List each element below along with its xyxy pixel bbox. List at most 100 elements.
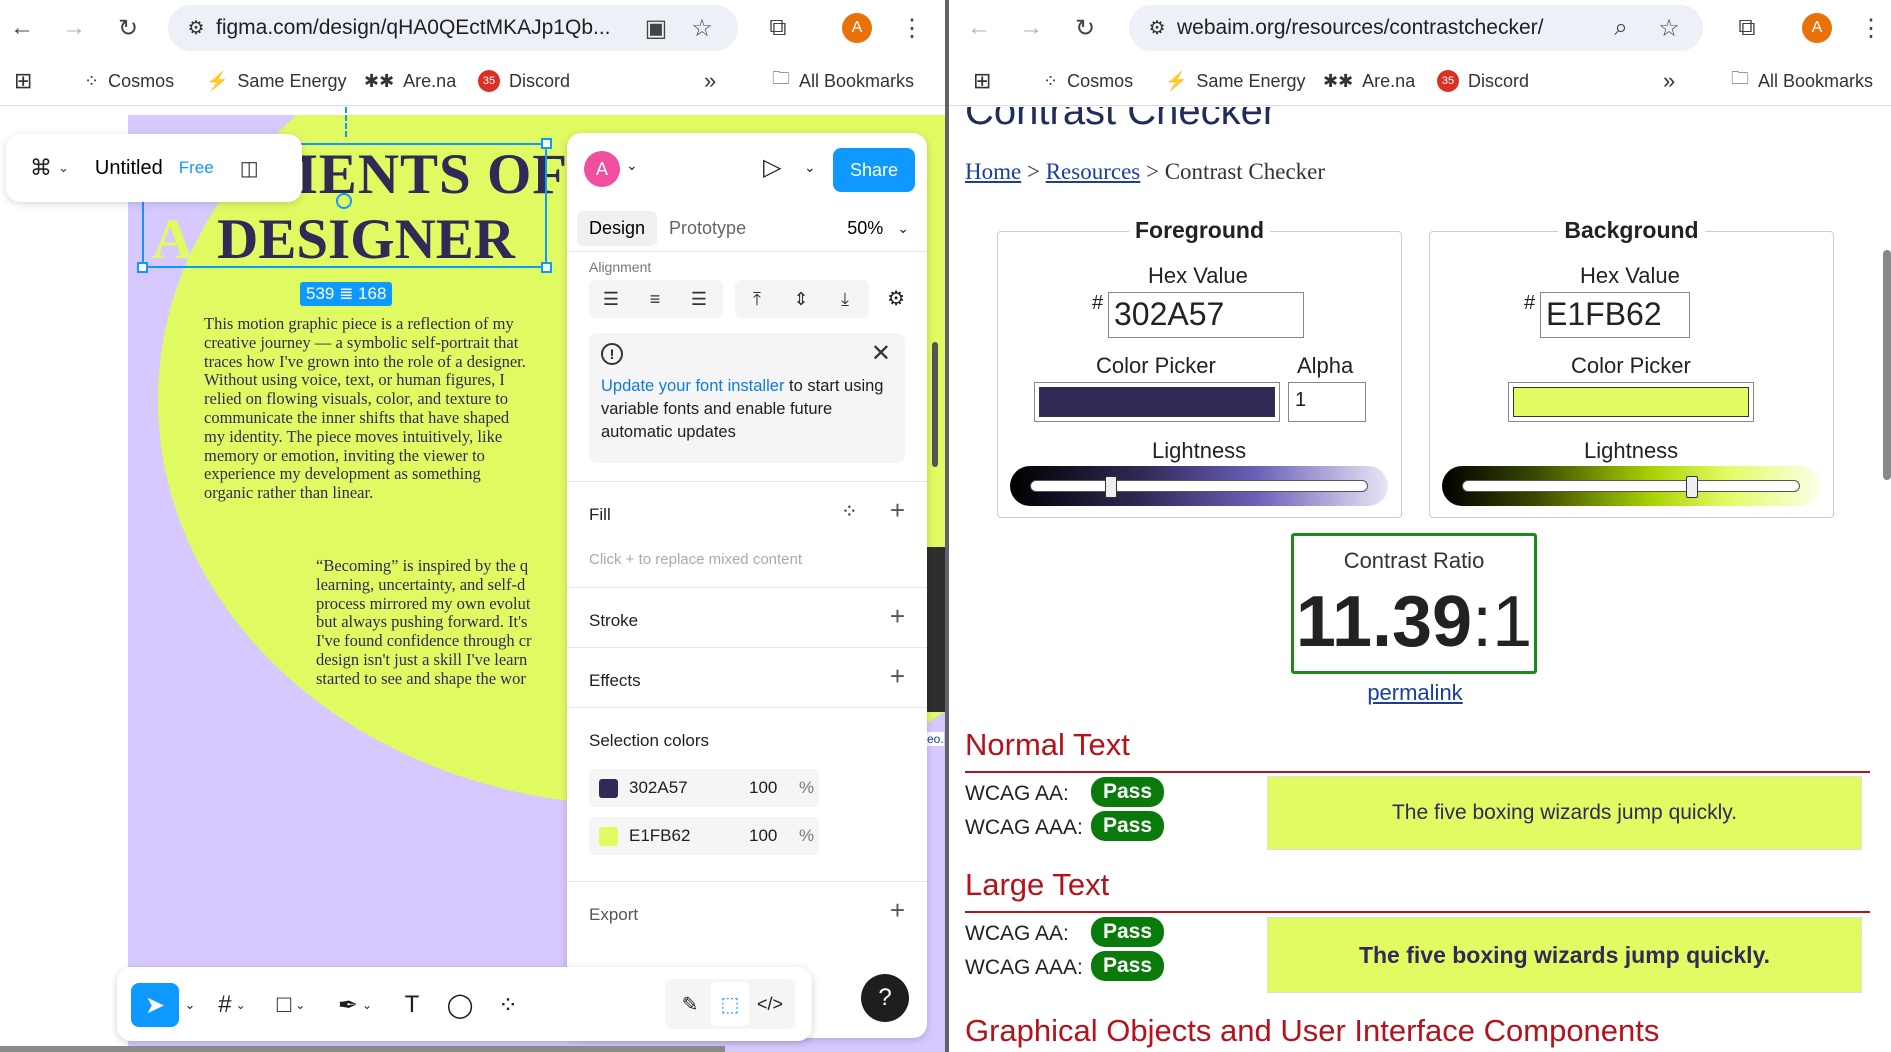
extensions-icon[interactable]: ⧉ [760,10,796,46]
font-installer-link[interactable]: Update your font installer [601,377,784,395]
text-tool-icon[interactable]: T [391,983,433,1027]
slider-thumb[interactable] [1685,476,1698,498]
vertical-scrollbar[interactable] [932,342,938,467]
alpha-input[interactable]: 1 [1288,382,1366,422]
file-name[interactable]: Untitled [95,157,163,180]
address-bar[interactable]: ⚙ webaim.org/resources/contrastchecker/ … [1129,5,1703,51]
selection-color-row[interactable]: E1FB62 100 % [589,817,819,855]
horizontal-scrollbar[interactable] [0,1046,725,1052]
pen-tool-icon[interactable]: ✒ ⌄ [325,983,385,1027]
draw-mode-icon[interactable]: ✎ [671,982,709,1026]
add-effect-icon[interactable]: + [890,661,905,692]
bookmark-arena[interactable]: ✱✱ Are.na [364,68,456,94]
cast-icon[interactable]: ▣ [638,5,674,51]
align-center-icon[interactable]: ≡ [633,289,677,310]
forward-icon[interactable]: → [1013,10,1049,46]
close-icon[interactable]: ✕ [871,339,891,368]
add-export-icon[interactable]: + [890,895,905,926]
zoom-level[interactable]: 50% [847,218,883,239]
help-button[interactable]: ? [861,974,909,1022]
bookmark-arena[interactable]: ✱✱ Are.na [1323,68,1415,94]
plan-badge[interactable]: Free [179,158,214,178]
color-swatch[interactable] [599,779,618,798]
move-tool-icon[interactable]: ➤ [131,983,179,1027]
assets-tool-icon[interactable]: ⁘ [487,983,529,1027]
bookmark-star-icon[interactable]: ☆ [684,5,720,51]
figma-logo-icon[interactable]: ⌘ [30,155,52,181]
body-paragraph-2[interactable]: “Becoming” is inspired by the q learning… [316,557,576,689]
foreground-lightness-slider[interactable] [1010,466,1388,506]
bookmark-cosmos[interactable]: ⁘ Cosmos [1043,68,1133,94]
align-middle-icon[interactable]: ⇕ [779,289,823,310]
profile-avatar[interactable]: A [1802,13,1832,43]
all-bookmarks[interactable]: 🗀 All Bookmarks [1731,68,1873,94]
forward-icon[interactable]: → [56,10,92,46]
back-icon[interactable]: ← [961,10,997,46]
body-paragraph-1[interactable]: This motion graphic piece is a reflectio… [204,314,534,503]
add-fill-icon[interactable]: + [890,495,905,526]
browser-menu-icon[interactable]: ⋮ [894,10,930,46]
bookmark-same-energy[interactable]: ⚡ Same Energy [1165,68,1305,94]
site-settings-icon[interactable]: ⚙ [1137,17,1177,40]
bookmark-discord[interactable]: 35 Discord [478,68,570,94]
browser-menu-icon[interactable]: ⋮ [1853,10,1889,46]
color-hex[interactable]: 302A57 [629,778,688,798]
bookmark-cosmos[interactable]: ⁘ Cosmos [84,68,174,94]
site-settings-icon[interactable]: ⚙ [176,17,216,40]
bookmark-star-icon[interactable]: ☆ [1651,5,1687,51]
align-left-icon[interactable]: ☰ [589,289,633,310]
color-swatch[interactable] [599,827,618,846]
bookmark-same-energy[interactable]: ⚡ Same Energy [206,68,346,94]
background-lightness-slider[interactable] [1442,466,1820,506]
tab-design[interactable]: Design [577,210,658,246]
resize-handle-tr[interactable] [541,138,552,149]
color-hex[interactable]: E1FB62 [629,826,690,846]
profile-avatar[interactable]: A [842,13,872,43]
all-bookmarks[interactable]: 🗀 All Bookmarks [772,68,914,94]
page-scrollbar[interactable] [1883,250,1891,480]
back-icon[interactable]: ← [4,10,40,46]
add-stroke-icon[interactable]: + [890,601,905,632]
background-hex-input[interactable]: E1FB62 [1540,292,1690,338]
styles-grid-icon[interactable]: ⁘ [841,499,858,524]
chevron-down-icon[interactable]: ⌄ [179,983,201,1027]
reload-icon[interactable]: ↻ [1067,10,1103,46]
offscreen-frame-sliver[interactable]: eo. [927,547,945,746]
address-bar[interactable]: ⚙ figma.com/design/qHA0QEctMKAJp1Qb... ▣… [168,5,738,51]
align-bottom-icon[interactable]: ⤓ [823,289,867,310]
chevron-down-icon[interactable]: ⌄ [804,159,816,176]
color-opacity[interactable]: 100 [749,778,777,798]
foreground-color-picker[interactable] [1034,382,1280,422]
slider-thumb[interactable] [1105,476,1118,498]
center-crosshair-icon[interactable] [336,193,352,209]
play-icon[interactable]: ▷ [763,153,781,182]
chevron-down-icon[interactable]: ⌄ [897,220,909,237]
rectangle-tool-icon[interactable]: □ ⌄ [263,983,319,1027]
apps-grid-icon[interactable]: ⊞ [14,68,32,94]
tab-prototype[interactable]: Prototype [657,211,758,246]
chevron-down-icon[interactable]: ⌄ [58,160,69,176]
bookmark-discord[interactable]: 35 Discord [1437,68,1529,94]
adjust-settings-icon[interactable]: ⚙ [869,280,905,318]
user-avatar[interactable]: A [584,151,620,187]
frame-tool-icon[interactable]: # ⌄ [207,983,257,1027]
background-color-picker[interactable] [1508,382,1754,422]
reload-icon[interactable]: ↻ [110,10,146,46]
more-bookmarks-icon[interactable]: » [1663,68,1675,94]
permalink-link[interactable]: permalink [1367,680,1462,705]
comment-tool-icon[interactable]: ◯ [439,983,481,1027]
selection-color-row[interactable]: 302A57 100 % [589,769,819,807]
breadcrumb-home-link[interactable]: Home [965,159,1021,184]
more-bookmarks-icon[interactable]: » [704,68,716,94]
toggle-panel-icon[interactable]: ◫ [240,156,259,181]
align-right-icon[interactable]: ☰ [677,289,721,310]
chevron-down-icon[interactable]: ⌄ [626,157,638,174]
apps-grid-icon[interactable]: ⊞ [973,68,991,94]
extensions-icon[interactable]: ⧉ [1729,10,1765,46]
resize-handle-br[interactable] [541,262,552,273]
resize-handle-bl[interactable] [137,262,148,273]
align-top-icon[interactable]: ⤒ [735,289,779,310]
share-button[interactable]: Share [833,148,915,192]
dev-mode-icon[interactable]: </> [751,982,789,1026]
foreground-hex-input[interactable]: 302A57 [1108,292,1304,338]
